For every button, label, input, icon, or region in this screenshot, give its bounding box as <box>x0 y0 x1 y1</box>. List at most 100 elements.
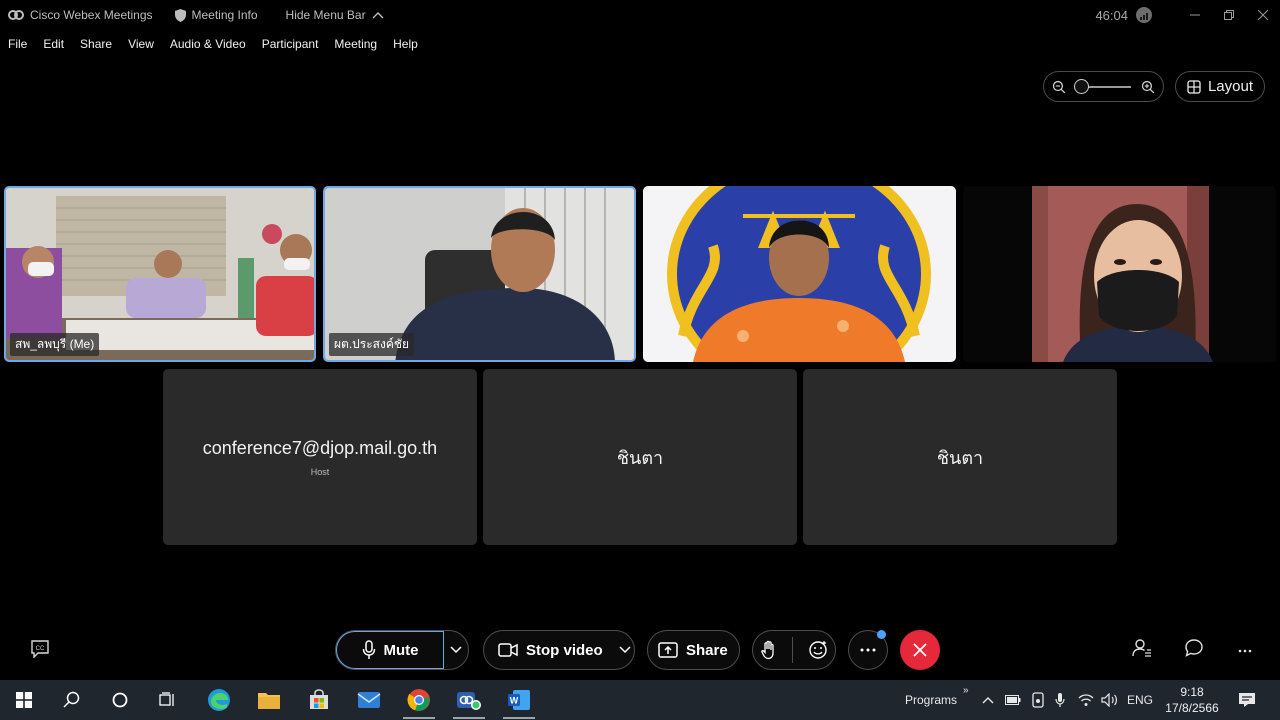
show-hidden-icons-button[interactable] <box>982 680 994 720</box>
toolbar-expand-icon[interactable]: » <box>963 670 969 710</box>
video-tile-participant-2[interactable]: ผต.ประสงค์ชัย <box>323 186 636 362</box>
participant-name: ชินตา <box>936 447 984 468</box>
close-icon <box>913 643 927 657</box>
taskbar-search-button[interactable] <box>50 680 94 720</box>
menu-participant[interactable]: Participant <box>262 37 319 51</box>
share-screen-icon <box>658 642 678 658</box>
taskbar-mail-app[interactable] <box>347 680 391 720</box>
webex-app-icon <box>457 692 481 710</box>
close-window-button[interactable] <box>1246 0 1280 30</box>
volume-tray-icon[interactable] <box>1101 680 1119 720</box>
input-language-indicator[interactable]: ENG <box>1127 680 1153 720</box>
participants-panel-button[interactable] <box>1132 638 1152 663</box>
mail-envelope-icon <box>357 692 381 708</box>
menu-help[interactable]: Help <box>393 37 418 51</box>
divider <box>791 637 793 663</box>
participant-tile[interactable]: ชินตา <box>483 369 797 545</box>
menu-meeting[interactable]: Meeting <box>334 37 377 51</box>
programs-toolbar[interactable]: Programs <box>905 680 957 720</box>
menu-edit[interactable]: Edit <box>43 37 64 51</box>
programs-label: Programs <box>905 693 958 707</box>
zoom-out-icon[interactable] <box>1052 80 1066 94</box>
chevron-up-icon <box>982 697 994 704</box>
wifi-icon <box>1078 694 1094 706</box>
microphone-tray-icon[interactable] <box>1055 680 1065 720</box>
taskbar-chrome-app[interactable] <box>397 680 441 720</box>
search-icon <box>63 691 80 708</box>
participant-tile[interactable]: ชินตา <box>803 369 1117 545</box>
battery-tray-icon[interactable] <box>1005 680 1021 720</box>
participant-name: conference7@djop.mail.go.th <box>202 437 438 458</box>
zoom-slider-handle[interactable] <box>1074 78 1090 94</box>
webex-logo-icon <box>8 10 24 20</box>
chat-panel-button[interactable] <box>1184 638 1204 663</box>
meeting-info-button[interactable]: Meeting Info <box>174 8 258 22</box>
action-center-button[interactable] <box>1238 680 1256 720</box>
clock-date: 17/8/2566 <box>1165 701 1219 715</box>
chevron-up-icon <box>372 12 384 19</box>
windows-taskbar: W Programs » ENG 9:18 17/8/2566 <box>0 680 1280 720</box>
more-panels-button[interactable] <box>1238 640 1252 658</box>
cortana-button[interactable] <box>98 680 142 720</box>
menu-file[interactable]: File <box>8 37 27 51</box>
task-view-button[interactable] <box>146 680 190 720</box>
zoom-slider[interactable] <box>1074 78 1132 94</box>
svg-text:W: W <box>510 696 519 706</box>
word-document-icon: W <box>508 690 530 710</box>
menu-audio-video[interactable]: Audio & Video <box>170 37 246 51</box>
layout-label: Layout <box>1207 78 1254 95</box>
notification-center-icon <box>1239 693 1255 707</box>
minimize-window-button[interactable] <box>1178 0 1212 30</box>
shield-icon <box>174 8 186 22</box>
mute-button[interactable]: Mute <box>336 631 444 669</box>
taskbar-file-explorer-app[interactable] <box>247 680 291 720</box>
cortana-circle-icon <box>112 692 128 708</box>
video-tile-participant-3[interactable] <box>643 186 956 362</box>
task-view-icon <box>159 692 174 706</box>
speaker-icon <box>1101 693 1117 707</box>
device-icon <box>1032 692 1044 708</box>
closed-captions-button[interactable]: CC <box>30 640 50 663</box>
raise-hand-icon[interactable] <box>760 640 777 660</box>
title-bar: Cisco Webex Meetings Meeting Info Hide M… <box>0 0 1280 30</box>
close-icon <box>1258 10 1268 20</box>
start-button[interactable] <box>2 680 46 720</box>
hide-menu-bar-button[interactable]: Hide Menu Bar <box>286 8 384 22</box>
more-dots-icon <box>1238 649 1252 653</box>
clock-time: 9:18 <box>1180 685 1204 699</box>
restore-window-button[interactable] <box>1212 0 1246 30</box>
app-title: Cisco Webex Meetings <box>8 8 153 22</box>
device-tray-icon[interactable] <box>1031 680 1045 720</box>
taskbar-word-app[interactable]: W <box>497 680 541 720</box>
edge-browser-icon <box>208 689 230 711</box>
layout-button[interactable]: Layout <box>1175 71 1265 102</box>
menu-share[interactable]: Share <box>80 37 112 51</box>
video-tile-self[interactable]: สพ_ลพบุรี (Me) <box>4 186 316 362</box>
chevron-down-icon <box>450 646 462 654</box>
participant-name-tag: ผต.ประสงค์ชัย <box>329 333 415 356</box>
minimize-icon <box>1190 14 1200 16</box>
taskbar-store-app[interactable] <box>297 680 341 720</box>
zoom-in-icon[interactable] <box>1141 80 1155 94</box>
video-tile-participant-4[interactable] <box>963 186 1276 362</box>
wifi-tray-icon[interactable] <box>1078 680 1094 720</box>
video-feed-emblem-background <box>643 186 956 362</box>
chevron-down-icon[interactable] <box>619 646 631 654</box>
hand-and-reactions-group <box>752 630 836 670</box>
taskbar-edge-app[interactable] <box>197 680 241 720</box>
participant-tile-host[interactable]: conference7@djop.mail.go.th Host <box>163 369 477 545</box>
network-signal-icon[interactable] <box>1136 7 1152 23</box>
audio-options-dropdown[interactable] <box>444 646 468 654</box>
reactions-emoji-icon[interactable] <box>808 640 828 660</box>
share-button[interactable]: Share <box>647 630 740 670</box>
stop-video-button[interactable]: Stop video <box>483 630 635 670</box>
taskbar-webex-app[interactable] <box>447 680 491 720</box>
taskbar-clock[interactable]: 9:18 17/8/2566 <box>1164 684 1220 716</box>
menu-view[interactable]: View <box>128 37 154 51</box>
more-options-button[interactable] <box>848 630 888 670</box>
leave-meeting-button[interactable] <box>900 630 940 670</box>
microphone-icon <box>1055 693 1065 707</box>
microphone-icon <box>362 640 375 659</box>
participants-icon <box>1132 639 1151 657</box>
windows-logo-icon <box>16 692 32 708</box>
